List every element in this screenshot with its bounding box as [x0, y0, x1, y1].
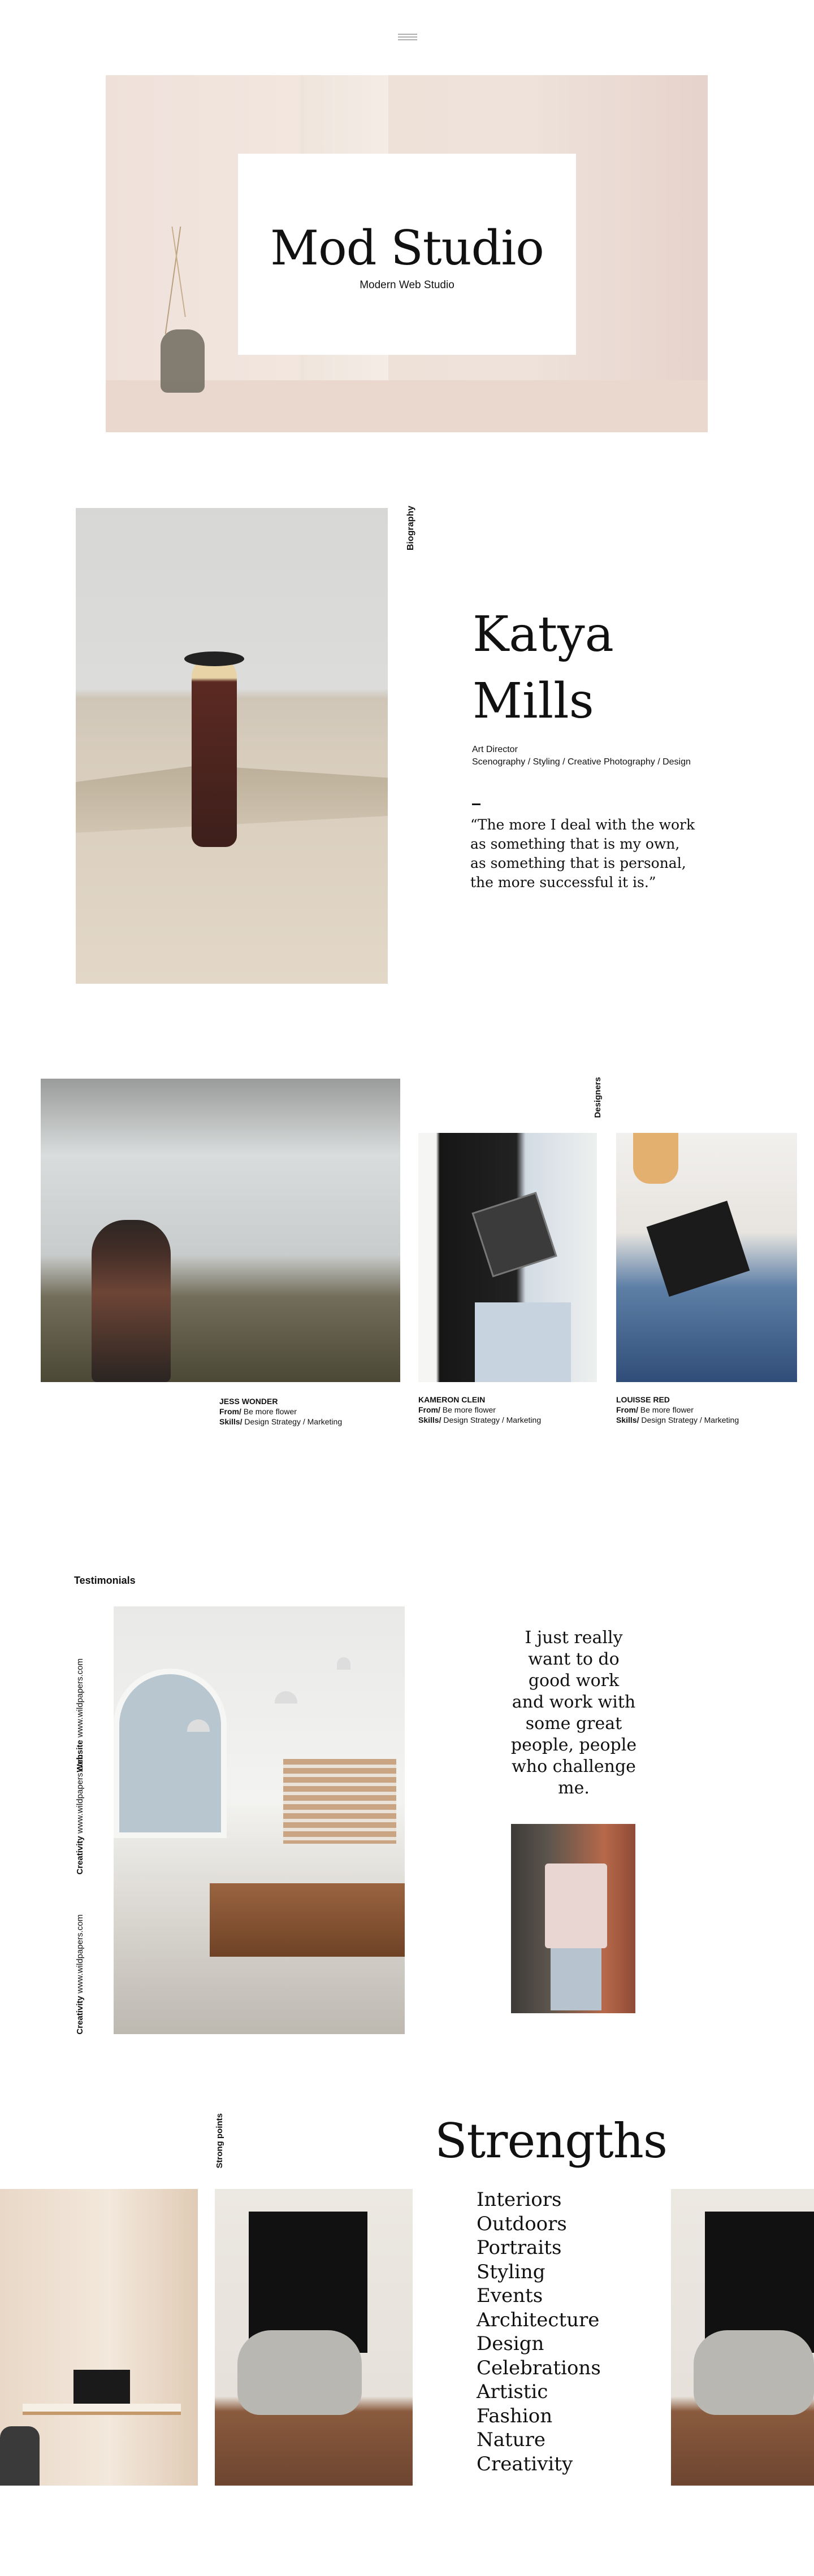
person-name-last: Mills — [473, 673, 594, 729]
from-value: Be more flower — [442, 1405, 496, 1414]
quote-line: as something that is personal, — [470, 855, 686, 871]
testimonial-site: Creativity www.wildpapers.com — [75, 1914, 86, 2035]
strengths-title: Strengths — [435, 2113, 668, 2169]
lounge-chair-image-repeat — [671, 2189, 814, 2486]
designer-from: From/ Be more flower — [219, 1406, 342, 1417]
biography-quote: “The more I deal with the work as someth… — [470, 815, 702, 892]
site-url[interactable]: www.wildpapers.com — [75, 1754, 85, 1834]
quote-line: and work with — [512, 1692, 636, 1712]
quote-line: the more successful it is.” — [470, 874, 656, 890]
strength-item: Styling — [477, 2260, 545, 2283]
designer-skills: Skills/ Design Strategy / Marketing — [616, 1415, 739, 1425]
section-label-strong-points: Strong points — [215, 2113, 224, 2169]
from-label: From/ — [219, 1407, 241, 1416]
from-label: From/ — [616, 1405, 638, 1414]
designer-name: JESS WONDER — [219, 1397, 278, 1406]
site-label: Creativity — [75, 1836, 85, 1875]
section-label-testimonials: Testimonials — [74, 1575, 136, 1586]
section-label-designers: Designers — [593, 1077, 603, 1118]
from-value: Be more flower — [640, 1405, 694, 1414]
site-url[interactable]: www.wildpapers.com — [75, 1914, 85, 1993]
designer-from: From/ Be more flower — [418, 1405, 541, 1415]
quote-divider — [472, 803, 480, 805]
designer-from: From/ Be more flower — [616, 1405, 739, 1415]
quote-line: I just really — [525, 1628, 623, 1648]
designer-image-kameron — [418, 1133, 597, 1382]
quote-line: who challenge — [512, 1757, 636, 1776]
designer-skills: Skills/ Design Strategy / Marketing — [418, 1415, 541, 1425]
hero-card: Mod Studio Modern Web Studio — [238, 154, 576, 355]
strength-item: Portraits — [477, 2236, 562, 2259]
person-name: Katya Mills — [473, 601, 642, 735]
strengths-list: Interiors Outdoors Portraits Styling Eve… — [477, 2188, 601, 2476]
testimonial-person-image — [511, 1824, 635, 2013]
designer-name: KAMERON CLEIN — [418, 1395, 486, 1404]
designer-name: LOUISSE RED — [616, 1395, 670, 1404]
from-label: From/ — [418, 1405, 440, 1414]
workspace-image — [0, 2189, 198, 2486]
hero-title: Mod Studio — [270, 220, 544, 276]
designer-image-jess — [41, 1079, 400, 1382]
skills-value: Design Strategy / Marketing — [244, 1417, 343, 1426]
skills-label: Skills/ — [616, 1415, 639, 1424]
quote-line: as something that is my own, — [470, 836, 680, 852]
site-url[interactable]: www.wildpapers.com — [75, 1658, 85, 1737]
strength-item: Nature — [477, 2429, 545, 2451]
lounge-chair-image — [215, 2189, 413, 2486]
quote-line: people, people — [510, 1735, 637, 1755]
designer-card: JESS WONDER From/ Be more flower Skills/… — [219, 1396, 342, 1427]
designer-image-louisse — [616, 1133, 797, 1382]
cafe-interior-image — [114, 1606, 405, 2034]
from-value: Be more flower — [243, 1407, 297, 1416]
person-name-first: Katya — [473, 606, 614, 663]
strength-item: Events — [477, 2284, 543, 2307]
strength-item: Fashion — [477, 2404, 553, 2427]
quote-line: good work — [528, 1671, 620, 1691]
site-label: Creativity — [75, 1996, 85, 2035]
section-label-biography: Biography — [406, 506, 415, 551]
testimonial-quote: I just really want to do good work and w… — [504, 1627, 643, 1799]
designer-skills: Skills/ Design Strategy / Marketing — [219, 1417, 342, 1427]
strength-item: Artistic — [477, 2380, 548, 2403]
skills-label: Skills/ — [418, 1415, 441, 1424]
role-title: Art Director — [472, 745, 518, 754]
designer-card: LOUISSE RED From/ Be more flower Skills/… — [616, 1395, 739, 1425]
skills-value: Design Strategy / Marketing — [641, 1415, 739, 1424]
person-role: Art Director Scenography / Styling / Cre… — [472, 744, 691, 768]
quote-line: me. — [558, 1778, 590, 1798]
testimonial-site: Creativity www.wildpapers.com — [75, 1754, 86, 1875]
skills-label: Skills/ — [219, 1417, 243, 1426]
katya-portrait-image — [76, 508, 388, 984]
strength-item: Interiors — [477, 2188, 562, 2211]
strength-item: Outdoors — [477, 2212, 567, 2235]
hero-subtitle: Modern Web Studio — [360, 279, 454, 291]
strength-item: Architecture — [477, 2308, 600, 2331]
strength-item: Design — [477, 2332, 544, 2355]
role-skills: Scenography / Styling / Creative Photogr… — [472, 757, 691, 767]
quote-line: “The more I deal with the work — [470, 816, 695, 833]
quote-line: some great — [525, 1714, 622, 1734]
hamburger-menu-icon[interactable] — [398, 32, 417, 42]
quote-line: want to do — [528, 1649, 620, 1669]
strength-item: Celebrations — [477, 2356, 601, 2379]
skills-value: Design Strategy / Marketing — [443, 1415, 542, 1424]
strength-item: Creativity — [477, 2452, 573, 2475]
designer-card: KAMERON CLEIN From/ Be more flower Skill… — [418, 1395, 541, 1425]
